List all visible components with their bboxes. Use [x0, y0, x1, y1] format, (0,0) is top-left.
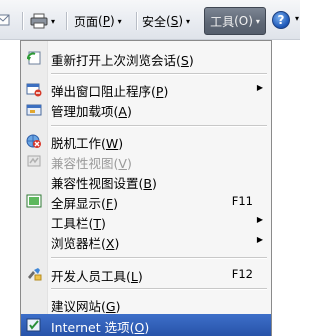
menu-item-shortcut: F12 [231, 267, 253, 281]
internet-options-icon [26, 318, 41, 332]
tools-menu-accesskey: O [238, 14, 249, 28]
menu-separator [51, 125, 267, 126]
submenu-arrow-icon: ▶ [256, 83, 263, 92]
developer-tools-icon [28, 268, 42, 281]
fullscreen-icon [26, 194, 42, 208]
work-offline-icon [26, 134, 41, 148]
safety-menu-accesskey: S [170, 14, 179, 28]
menu-item-internet-options[interactable]: Internet 选项(O) [21, 314, 271, 336]
menu-item-toolbars[interactable]: 工具栏(T) ▶ [21, 210, 271, 232]
reopen-session-icon [27, 51, 41, 65]
menu-item-label: 弹出窗口阻止程序 [51, 84, 152, 99]
help-icon: ? [277, 13, 285, 27]
toolbar-separator [136, 12, 137, 30]
menu-item-label: 建议网站 [51, 299, 102, 314]
menu-item-label: 全屏显示 [51, 196, 102, 211]
menu-item-label: 重新打开上次浏览会话 [51, 53, 177, 68]
page-menu-button[interactable]: 页面 (P) ▾ [74, 11, 122, 31]
menu-item-manage-addons[interactable]: 管理加载项(A) [21, 98, 271, 120]
menu-item-fullscreen[interactable]: 全屏显示(F) F11 [21, 190, 271, 212]
submenu-arrow-icon: ▶ [256, 215, 263, 224]
help-dropdown-arrow[interactable]: ▾ [295, 14, 299, 23]
menu-item-label: 开发人员工具 [51, 269, 127, 284]
menu-item-explorer-bars[interactable]: 浏览器栏(X) ▶ [21, 230, 271, 252]
compat-view-icon [27, 155, 41, 167]
manage-addons-icon [26, 104, 42, 116]
menu-item-compatibility-view[interactable]: 兼容性视图(V) [21, 150, 271, 172]
safety-menu-button[interactable]: 安全 (S) ▾ [142, 11, 190, 31]
mail-icon[interactable] [0, 14, 10, 26]
menu-separator [51, 288, 267, 289]
popup-blocker-icon [26, 83, 42, 97]
page-menu-accesskey: P [102, 14, 110, 28]
menu-item-label: 浏览器栏 [51, 236, 102, 251]
chevron-down-icon: ▾ [186, 16, 191, 26]
help-button[interactable]: ? [272, 11, 290, 29]
menu-item-compatibility-view-settings[interactable]: 兼容性视图设置(B) [21, 170, 271, 192]
toolbar-separator [22, 12, 23, 30]
menu-item-label: 兼容性视图设置 [51, 176, 139, 191]
toolbar-separator [66, 12, 67, 30]
menu-item-suggested-sites[interactable]: 建议网站(G) [21, 293, 271, 315]
menu-item-label: 工具栏 [51, 216, 89, 231]
menu-item-label: 兼容性视图 [51, 156, 114, 171]
menu-separator [51, 257, 267, 258]
chevron-down-icon: ▾ [255, 16, 260, 26]
menu-item-shortcut: F11 [231, 194, 253, 208]
menu-separator [51, 73, 267, 74]
tools-dropdown-menu: 重新打开上次浏览会话(S) 弹出窗口阻止程序(P) ▶ 管理加载项(A) 脱机工… [20, 40, 272, 336]
safety-menu-label: 安全 [142, 14, 167, 29]
page-menu-label: 页面 [74, 14, 99, 29]
submenu-arrow-icon: ▶ [256, 235, 263, 244]
menu-item-label: 脱机工作 [51, 136, 102, 151]
menu-item-popup-blocker[interactable]: 弹出窗口阻止程序(P) ▶ [21, 78, 271, 100]
command-bar: ▾ 页面 (P) ▾ 安全 (S) ▾ 工具 (O) ▾ ? ▾ [0, 0, 300, 40]
menu-item-developer-tools[interactable]: 开发人员工具(L) F12 [21, 263, 271, 285]
menu-item-label: Internet 选项 [51, 320, 130, 335]
print-button[interactable]: ▾ [30, 11, 55, 31]
print-dropdown-arrow[interactable]: ▾ [51, 17, 55, 26]
printer-icon [30, 13, 48, 29]
menu-item-reopen-last-session[interactable]: 重新打开上次浏览会话(S) [21, 47, 271, 69]
tools-menu-button[interactable]: 工具 (O) ▾ [204, 7, 266, 35]
tools-menu-label: 工具 [210, 14, 235, 29]
chevron-down-icon: ▾ [117, 16, 122, 26]
menu-item-work-offline[interactable]: 脱机工作(W) [21, 130, 271, 152]
menu-item-label: 管理加载项 [51, 104, 114, 119]
